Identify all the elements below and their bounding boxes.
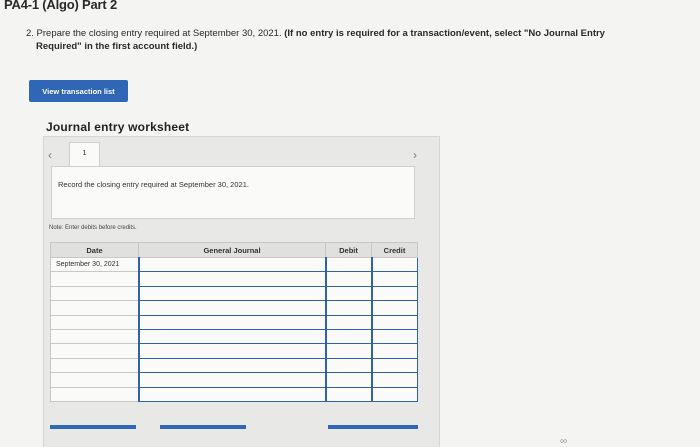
date-cell: September 30, 2021 — [50, 256, 139, 273]
instruction-bold-second: Required" in the first account field.) — [36, 41, 198, 52]
instruction-bold-first: (If no entry is required for a transacti… — [284, 28, 605, 39]
debit-input[interactable] — [324, 271, 372, 287]
table-row — [50, 328, 418, 345]
journal-entry-table: Date General Journal Debit Credit Septem… — [50, 242, 418, 402]
chevron-right-icon[interactable]: › — [413, 148, 417, 162]
bottom-button-view-journal[interactable] — [328, 425, 418, 429]
table-row — [50, 386, 418, 402]
credit-input[interactable] — [370, 314, 418, 330]
view-transaction-list-button[interactable]: View transaction list — [29, 80, 128, 102]
table-header-row: Date General Journal Debit Credit — [50, 242, 418, 258]
debit-input[interactable] — [324, 300, 372, 316]
account-input[interactable] — [137, 357, 326, 374]
table-row — [50, 271, 418, 287]
header-credit: Credit — [371, 242, 418, 258]
date-cell — [50, 372, 139, 388]
chevron-left-icon[interactable]: ‹ — [48, 148, 52, 162]
instruction-lead: 2. Prepare the closing entry required at… — [26, 28, 285, 39]
credit-input[interactable] — [370, 285, 418, 302]
journal-table-body: September 30, 2021 — [50, 256, 418, 402]
debit-input[interactable] — [324, 386, 372, 402]
instructions: 2. Prepare the closing entry required at… — [26, 27, 626, 53]
date-cell — [50, 386, 139, 402]
credit-input[interactable] — [370, 357, 418, 374]
date-cell — [50, 328, 139, 345]
table-row — [50, 300, 418, 316]
link-icon: ∞ — [560, 436, 568, 447]
date-cell — [50, 285, 139, 302]
account-input[interactable] — [137, 300, 326, 316]
date-cell — [50, 300, 139, 316]
table-row — [50, 343, 418, 359]
debit-input[interactable] — [324, 328, 372, 345]
debit-input[interactable] — [324, 343, 372, 359]
header-debit: Debit — [325, 242, 372, 258]
account-input[interactable] — [137, 314, 326, 330]
account-input[interactable] — [137, 372, 326, 388]
credit-input[interactable] — [370, 271, 418, 287]
page-title: PA4-1 (Algo) Part 2 — [4, 0, 117, 12]
account-input[interactable] — [137, 256, 326, 273]
account-input[interactable] — [137, 328, 326, 345]
date-cell — [50, 271, 139, 287]
table-row — [50, 285, 418, 302]
bottom-button-record[interactable] — [50, 425, 136, 429]
worksheet-title: Journal entry worksheet — [46, 120, 190, 134]
credit-input[interactable] — [370, 256, 418, 273]
table-row — [50, 314, 418, 330]
account-input[interactable] — [137, 271, 326, 287]
debit-input[interactable] — [324, 285, 372, 302]
date-cell — [50, 314, 139, 330]
account-input[interactable] — [137, 343, 326, 359]
account-input[interactable] — [137, 285, 326, 302]
date-cell — [50, 357, 139, 374]
table-row — [50, 372, 418, 388]
header-general-journal: General Journal — [138, 242, 326, 258]
account-input[interactable] — [137, 386, 326, 402]
entry-prompt: Record the closing entry required at Sep… — [51, 166, 415, 219]
date-cell — [50, 343, 139, 359]
table-row: September 30, 2021 — [50, 256, 418, 273]
note-text: Note: Enter debits before credits. — [49, 225, 137, 231]
debit-input[interactable] — [324, 357, 372, 374]
credit-input[interactable] — [370, 343, 418, 359]
credit-input[interactable] — [370, 328, 418, 345]
debit-input[interactable] — [324, 314, 372, 330]
credit-input[interactable] — [370, 372, 418, 388]
bottom-button-clear[interactable] — [160, 425, 246, 429]
debit-input[interactable] — [324, 372, 372, 388]
worksheet-tab-1[interactable]: 1 — [69, 142, 100, 167]
credit-input[interactable] — [370, 386, 418, 402]
credit-input[interactable] — [370, 300, 418, 316]
header-date: Date — [50, 242, 139, 258]
table-row — [50, 357, 418, 374]
debit-input[interactable] — [324, 256, 372, 273]
